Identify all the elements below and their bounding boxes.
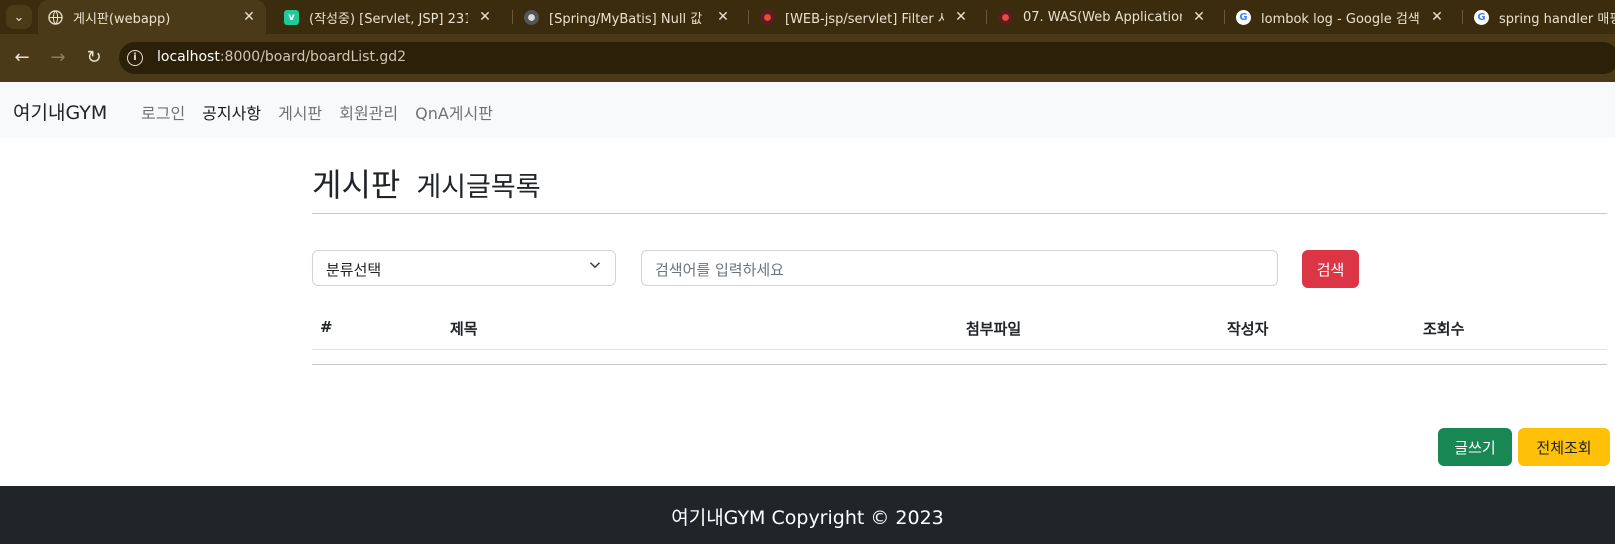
- search-input[interactable]: 검색어를 입력하세요: [641, 250, 1278, 286]
- browser-tab-1[interactable]: 게시판(webapp) ✕: [38, 0, 266, 34]
- url-text[interactable]: localhost:8000/board/boardList.gd2: [157, 49, 406, 65]
- column-header-attachment: 첨부파일: [966, 320, 1022, 338]
- category-select[interactable]: 분류선택: [312, 250, 616, 286]
- search-placeholder: 검색어를 입력하세요: [655, 261, 784, 279]
- browser-tab-2[interactable]: v (작성중) [Servlet, JSP] 231213 ✕: [274, 0, 502, 34]
- chevron-down-icon: [589, 262, 601, 269]
- nav-links: 로그인 공지사항 게시판 회원관리 QnA게시판: [141, 100, 493, 124]
- tab-search-button[interactable]: ⌄: [6, 5, 32, 29]
- browser-toolbar: ← → ↻ i localhost:8000/board/boardList.g…: [0, 34, 1615, 82]
- url-host: localhost: [157, 49, 220, 65]
- back-arrow-icon[interactable]: ←: [11, 47, 33, 69]
- search-button[interactable]: 검색: [1302, 250, 1359, 288]
- record-icon: [760, 9, 775, 25]
- footer-copyright: 여기내GYM Copyright © 2023: [671, 507, 944, 529]
- tab-title: 게시판(webapp): [73, 11, 171, 27]
- page-subtitle: 게시글목록: [416, 172, 541, 203]
- close-icon[interactable]: ✕: [240, 9, 258, 25]
- tab-title: (작성중) [Servlet, JSP] 231213: [309, 11, 468, 27]
- category-select-value: 분류선택: [326, 261, 382, 279]
- nav-link-notice[interactable]: 공지사항: [202, 100, 261, 124]
- tab-separator: [986, 10, 987, 24]
- brand-logo[interactable]: 여기내GYM: [13, 98, 107, 125]
- forward-arrow-icon[interactable]: →: [47, 47, 69, 69]
- github-icon: [524, 9, 539, 25]
- close-icon[interactable]: ✕: [714, 9, 732, 25]
- close-icon[interactable]: ✕: [476, 9, 494, 25]
- tab-separator: [748, 10, 749, 24]
- globe-icon: [48, 9, 63, 25]
- write-post-button[interactable]: 글쓰기: [1438, 428, 1512, 466]
- nav-link-qna[interactable]: QnA게시판: [415, 100, 493, 124]
- board-table-header: # 제목 첨부파일 작성자 조회수: [312, 300, 1607, 350]
- close-icon[interactable]: ✕: [1190, 9, 1208, 25]
- nav-link-members[interactable]: 회원관리: [339, 100, 398, 124]
- browser-tab-5[interactable]: 07. WAS(Web Application Serv ✕: [988, 0, 1216, 34]
- tab-title: spring handler 매핑 -: [1499, 11, 1615, 27]
- close-icon[interactable]: ✕: [1428, 9, 1446, 25]
- divider: [312, 213, 1607, 214]
- browser-tab-3[interactable]: [Spring/MyBatis] Null 값 허용하 ✕: [514, 0, 740, 34]
- site-navbar: 여기내GYM 로그인 공지사항 게시판 회원관리 QnA게시판: [0, 82, 1615, 138]
- page-title: 게시판: [312, 166, 401, 204]
- tab-title: lombok log - Google 검색: [1261, 11, 1420, 27]
- record-icon: [998, 9, 1013, 25]
- browser-tab-6[interactable]: G lombok log - Google 검색 ✕: [1226, 0, 1454, 34]
- close-icon[interactable]: ✕: [952, 9, 970, 25]
- tab-separator: [1224, 10, 1225, 24]
- page-heading: 게시판 게시글목록: [312, 160, 541, 206]
- browser-tab-strip: ⌄ 게시판(webapp) ✕ v (작성중) [Servlet, JSP] 2…: [0, 0, 1615, 34]
- site-info-icon[interactable]: i: [127, 50, 143, 66]
- column-header-views: 조회수: [1423, 320, 1465, 338]
- chevron-down-icon: ⌄: [13, 9, 25, 25]
- tab-title: [Spring/MyBatis] Null 값 허용하: [549, 11, 706, 27]
- column-header-number: #: [320, 318, 333, 336]
- address-bar[interactable]: i localhost:8000/board/boardList.gd2: [119, 42, 1615, 74]
- tab-title: [WEB-jsp/servlet] Filter 사용하: [785, 11, 944, 27]
- url-path: :8000/board/boardList.gd2: [219, 49, 407, 65]
- nav-link-login[interactable]: 로그인: [141, 100, 185, 124]
- google-icon: G: [1236, 9, 1251, 25]
- column-header-title: 제목: [450, 320, 478, 338]
- tab-separator: [1462, 10, 1463, 24]
- page-footer: 여기내GYM Copyright © 2023: [0, 486, 1615, 544]
- tab-separator: [512, 10, 513, 24]
- reload-icon[interactable]: ↻: [83, 47, 105, 69]
- google-icon: G: [1474, 9, 1489, 25]
- view-all-button[interactable]: 전체조회: [1518, 428, 1610, 466]
- velog-icon: v: [284, 9, 299, 25]
- tab-title: 07. WAS(Web Application Serv: [1023, 9, 1182, 25]
- browser-tab-7[interactable]: G spring handler 매핑 -: [1464, 0, 1615, 34]
- column-header-author: 작성자: [1227, 320, 1269, 338]
- browser-tab-4[interactable]: [WEB-jsp/servlet] Filter 사용하 ✕: [750, 0, 978, 34]
- table-bottom-border: [312, 364, 1607, 365]
- nav-link-board[interactable]: 게시판: [278, 100, 322, 124]
